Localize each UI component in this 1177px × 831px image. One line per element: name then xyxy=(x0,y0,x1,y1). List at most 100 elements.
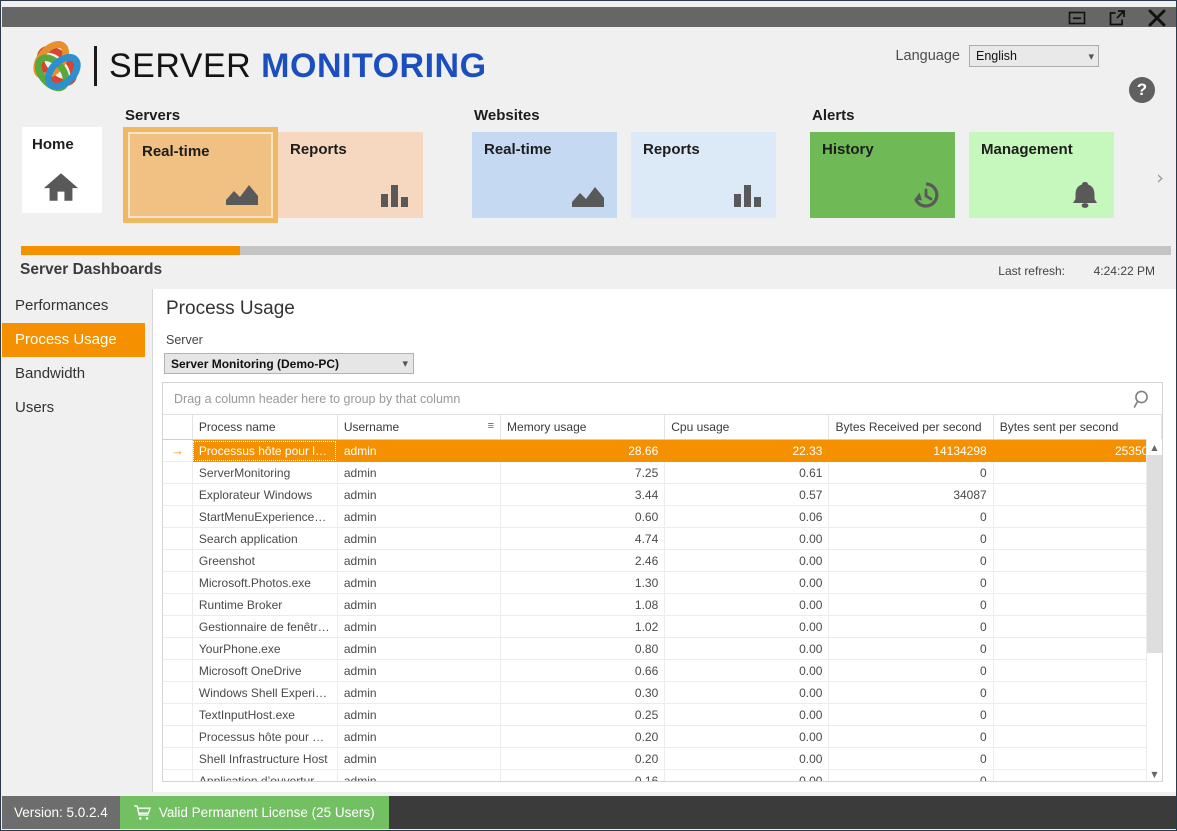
navigation-tiles: Home Servers Real-time Reports Websites … xyxy=(2,105,1176,241)
sidebar-item-bandwidth[interactable]: Bandwidth xyxy=(2,357,145,391)
cell-bytes-sent: 0 xyxy=(993,527,1162,550)
cell-bytes-sent: 0 xyxy=(993,769,1162,781)
table-row[interactable]: → Processus hôte pour les ... admin 28.66 22… xyxy=(163,439,1162,462)
cell-bytes-received: 0 xyxy=(828,703,994,726)
cell-bytes-received: 34087 xyxy=(828,483,994,506)
sidebar-item-label: Users xyxy=(15,399,55,416)
table-row[interactable]: Explorateur Windowsadmin3.440.57340870 xyxy=(163,483,1162,506)
group-title-websites: Websites xyxy=(474,107,540,124)
close-button[interactable] xyxy=(1144,5,1170,31)
cell-username: admin xyxy=(337,549,502,572)
tile-servers-realtime[interactable]: Real-time xyxy=(123,127,278,223)
chevron-down-icon: ▾ xyxy=(1088,50,1094,63)
page-title: Server Dashboards xyxy=(20,261,163,278)
cell-memory-usage: 0.80 xyxy=(500,637,666,660)
sidebar-item-users[interactable]: Users xyxy=(2,391,145,425)
cell-bytes-received: 0 xyxy=(828,637,994,660)
cell-process-name: Windows Shell Experienc... xyxy=(192,681,338,704)
license-status-badge[interactable]: Valid Permanent License (25 Users) xyxy=(119,796,389,829)
column-header-bytes-received[interactable]: Bytes Received per second xyxy=(828,415,994,440)
cell-bytes-received: 0 xyxy=(828,593,994,616)
cell-username: admin xyxy=(337,527,502,550)
table-row[interactable]: Greenshotadmin2.460.0000 xyxy=(163,549,1162,572)
nav-next-button[interactable]: › xyxy=(1151,167,1169,189)
tile-group-servers: Servers Real-time Reports xyxy=(123,105,423,223)
table-row[interactable]: TextInputHost.exeadmin0.250.0000 xyxy=(163,703,1162,726)
scroll-down-button[interactable]: ▼ xyxy=(1147,766,1162,781)
sort-indicator-icon: ≡ xyxy=(487,420,495,432)
app-title-word-2: MONITORING xyxy=(261,46,487,85)
table-row[interactable]: StartMenuExperienceHos...admin0.600.0600 xyxy=(163,505,1162,528)
scrollbar-track[interactable] xyxy=(1147,455,1162,766)
cell-bytes-received: 0 xyxy=(828,615,994,638)
cell-username: admin xyxy=(337,615,502,638)
last-refresh-label: Last refresh: xyxy=(998,264,1065,278)
tile-home-label: Home xyxy=(32,136,74,153)
sidebar-item-process-usage[interactable]: Process Usage xyxy=(2,323,145,357)
column-header-username[interactable]: Username ≡ xyxy=(337,415,502,440)
cell-bytes-sent: 0 xyxy=(993,593,1162,616)
cell-cpu-usage: 0.61 xyxy=(664,461,830,484)
cell-username: admin xyxy=(337,681,502,704)
grid-vertical-scrollbar[interactable]: ▲ ▼ xyxy=(1146,439,1162,781)
tile-websites-reports[interactable]: Reports xyxy=(631,132,776,218)
column-header-memory-usage[interactable]: Memory usage xyxy=(500,415,666,440)
title-bar xyxy=(2,7,1176,27)
tile-servers-reports-label: Reports xyxy=(290,141,347,158)
scrollbar-thumb[interactable] xyxy=(1147,455,1162,653)
table-row[interactable]: Runtime Brokeradmin1.080.0000 xyxy=(163,593,1162,616)
column-header-cpu-usage[interactable]: Cpu usage xyxy=(664,415,830,440)
cell-process-name: Runtime Broker xyxy=(192,593,338,616)
tile-home[interactable]: Home xyxy=(22,127,102,213)
cell-cpu-usage: 0.00 xyxy=(664,637,830,660)
cell-memory-usage: 3.44 xyxy=(500,483,666,506)
server-select[interactable]: Server Monitoring (Demo-PC) ▾ xyxy=(164,353,414,374)
cell-username: admin xyxy=(337,703,502,726)
area-chart-icon xyxy=(571,180,605,210)
group-by-panel[interactable]: Drag a column header here to group by th… xyxy=(163,383,1162,415)
restore-button[interactable] xyxy=(1104,5,1130,31)
application-window: SERVER MONITORING Language English ▾ ? H… xyxy=(0,0,1177,831)
tile-websites-realtime[interactable]: Real-time xyxy=(472,132,617,218)
table-row[interactable]: Gestionnaire de fenêtres... admin 1.02 0.00… xyxy=(163,615,1162,638)
cell-memory-usage: 0.20 xyxy=(500,747,666,770)
row-indicator xyxy=(163,505,193,528)
cell-process-name: Gestionnaire de fenêtres... xyxy=(192,615,338,638)
table-row[interactable]: Windows Shell Experienc... admin 0.30 0.00 0… xyxy=(163,681,1162,704)
table-row[interactable]: Microsoft.Photos.exeadmin1.300.0000 xyxy=(163,571,1162,594)
table-row[interactable]: Microsoft OneDriveadmin0.660.0000 xyxy=(163,659,1162,682)
table-row[interactable]: ServerMonitoringadmin7.250.6100 xyxy=(163,461,1162,484)
column-header-process-name[interactable]: Process name xyxy=(192,415,338,440)
horizontal-scrollbar[interactable] xyxy=(21,246,1171,255)
sidebar-item-performances[interactable]: Performances xyxy=(2,289,145,323)
cell-bytes-received: 0 xyxy=(828,505,994,528)
tile-group-alerts: Alerts History Management xyxy=(810,105,1114,218)
row-indicator xyxy=(163,615,193,638)
table-row[interactable]: Application d’ouverture ... admin 0.16 0.00… xyxy=(163,769,1162,781)
cell-memory-usage: 0.30 xyxy=(500,681,666,704)
tile-alerts-history[interactable]: History xyxy=(810,132,955,218)
table-row[interactable]: Processus hôte pour Tâc... admin 0.20 0.00 0… xyxy=(163,725,1162,748)
sidebar-item-label: Performances xyxy=(15,297,109,314)
scroll-up-button[interactable]: ▲ xyxy=(1147,439,1162,455)
table-row[interactable]: Shell Infrastructure Hostadmin0.200.0000 xyxy=(163,747,1162,770)
tile-alerts-management[interactable]: Management xyxy=(969,132,1114,218)
table-row[interactable]: YourPhone.exeadmin0.800.0000 xyxy=(163,637,1162,660)
horizontal-scrollbar-thumb[interactable] xyxy=(21,246,240,255)
search-icon[interactable] xyxy=(1133,389,1153,409)
cell-cpu-usage: 0.00 xyxy=(664,747,830,770)
row-indicator xyxy=(163,527,193,550)
cell-process-name: StartMenuExperienceHos... xyxy=(192,505,338,528)
tile-servers-reports[interactable]: Reports xyxy=(278,132,423,218)
cell-bytes-sent: 0 xyxy=(993,681,1162,704)
cell-bytes-sent: 0 xyxy=(993,505,1162,528)
column-header-bytes-sent[interactable]: Bytes sent per second xyxy=(993,415,1162,440)
cell-cpu-usage: 0.00 xyxy=(664,769,830,781)
table-row[interactable]: Search applicationadmin4.740.0000 xyxy=(163,527,1162,550)
minimize-button[interactable] xyxy=(1064,5,1090,31)
cell-username: admin xyxy=(337,725,502,748)
help-button[interactable]: ? xyxy=(1129,77,1155,103)
language-select[interactable]: English ▾ xyxy=(969,45,1099,67)
content-panel: Process Usage Server Server Monitoring (… xyxy=(152,289,1176,792)
process-usage-grid: Drag a column header here to group by th… xyxy=(162,382,1163,782)
